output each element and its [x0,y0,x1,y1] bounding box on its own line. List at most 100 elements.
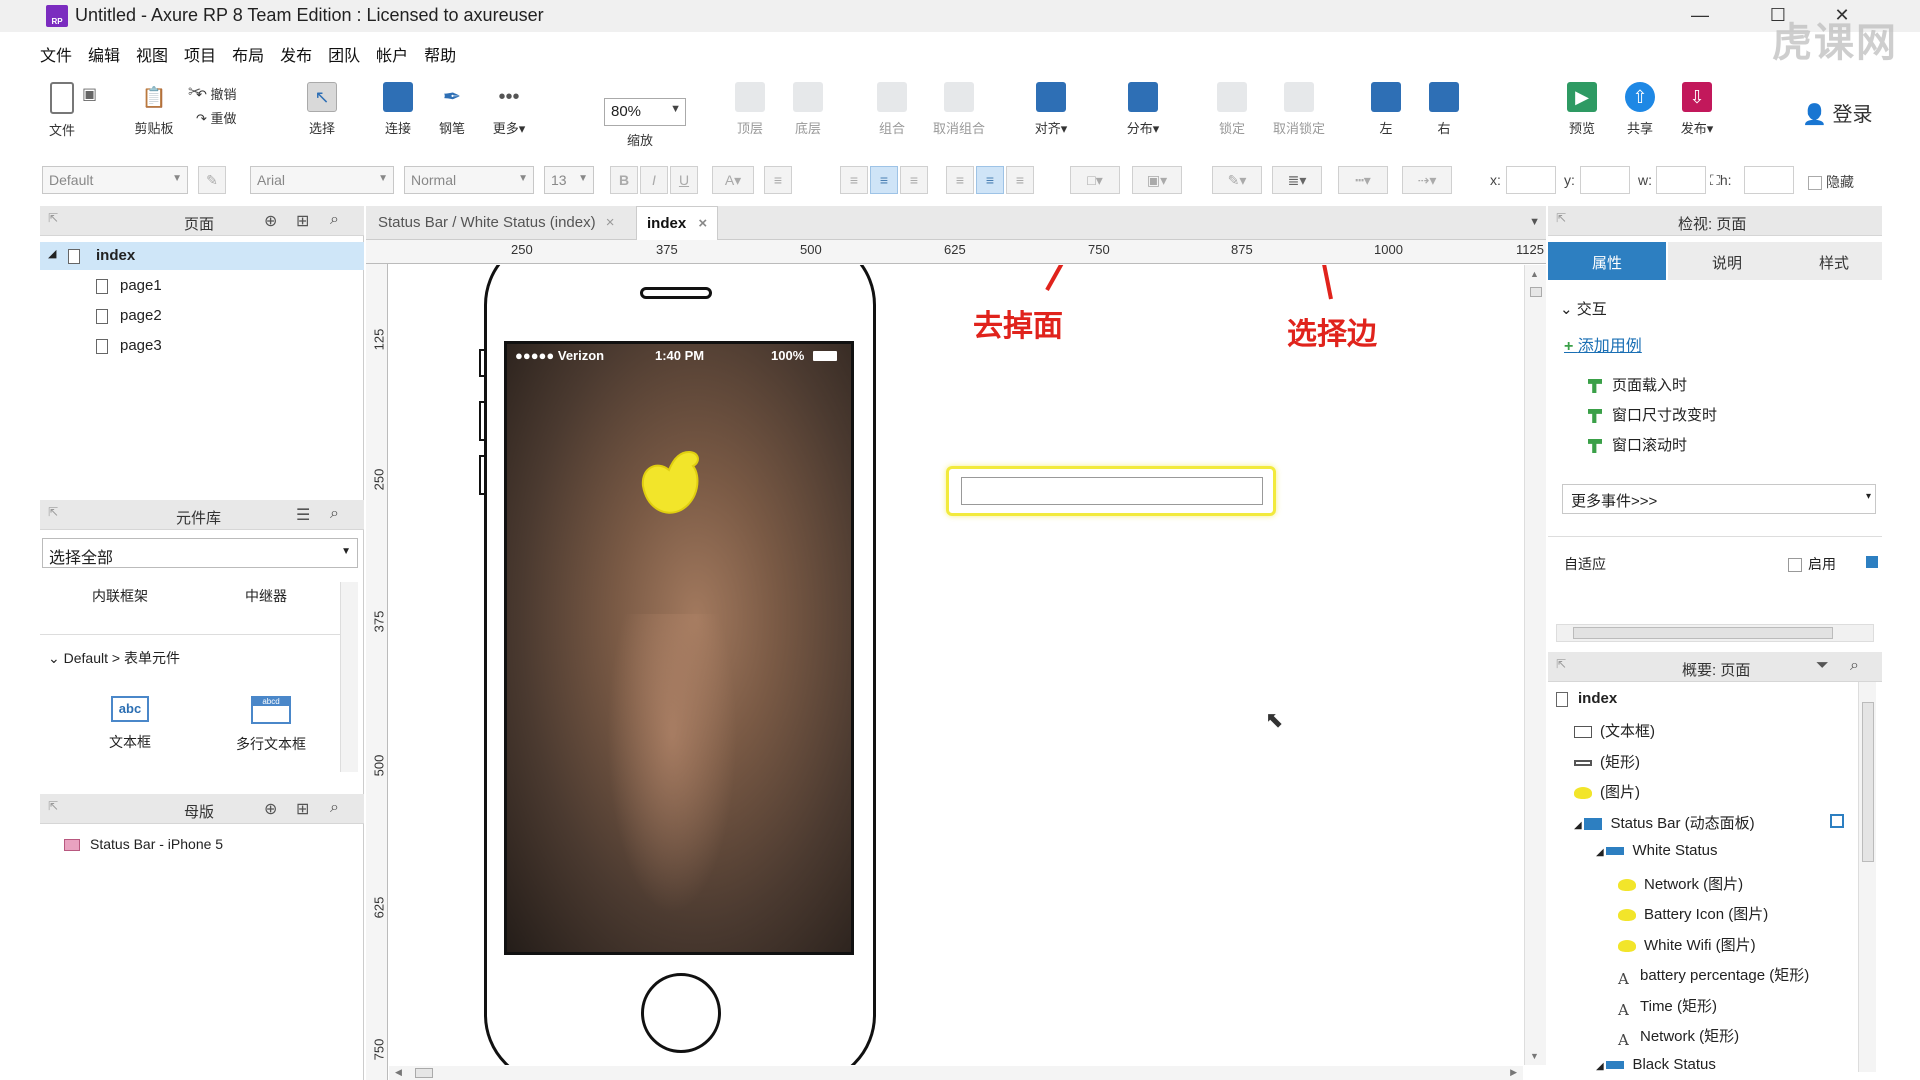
publish-button[interactable]: ⇩ 发布▾ [1672,78,1722,137]
more-tools-button[interactable]: ••• 更多▾ [484,78,534,137]
page-item-page1[interactable]: page1 [40,272,364,300]
library-item-textarea[interactable]: abcd 多行文本框 [216,696,326,754]
ungroup-button[interactable]: 取消组合 [924,78,994,137]
collapse-icon[interactable]: ⇱ [48,799,58,813]
adaptive-settings-icon[interactable] [1866,556,1878,568]
right-panel-toggle[interactable]: 右 [1424,78,1464,137]
y-input[interactable] [1580,166,1630,194]
expand-triangle-icon[interactable]: ◢ [1596,847,1606,858]
unlock-button[interactable]: 取消锁定 [1264,78,1334,137]
font-select[interactable]: Arial ▼ [250,166,394,194]
collapse-icon[interactable]: ⇱ [1556,657,1566,671]
outline-item[interactable]: A Network (矩形) [1618,1025,1739,1049]
bullet-list-button[interactable]: ≡ [764,166,792,194]
scroll-right-icon[interactable]: ▶ [1510,1067,1517,1078]
library-select[interactable]: 选择全部 ▼ [42,538,358,568]
group-button[interactable]: 组合 [872,78,912,137]
menu-view[interactable]: 视图 [128,38,176,68]
add-case-link[interactable]: + 添加用例 [1564,332,1642,356]
outline-item[interactable]: White Wifi (图片) [1618,934,1756,955]
zoom-select[interactable]: 80% ▼ [604,98,686,126]
line-width-button[interactable]: ≣▾ [1272,166,1322,194]
preview-button[interactable]: ▶ 预览 [1562,78,1602,137]
search-icon[interactable]: ⌕ [330,799,339,817]
menu-arrange[interactable]: 布局 [224,38,272,68]
tab-status-bar[interactable]: Status Bar / White Status (index) × [368,206,625,240]
outline-item[interactable]: ◢ Black Status [1596,1056,1716,1073]
scroll-up-icon[interactable]: ▲ [1530,269,1539,279]
close-window-button[interactable]: ✕ [1822,2,1862,28]
canvas-vertical-scrollbar[interactable]: ▲ ▼ [1524,265,1546,1065]
style-select[interactable]: Default ▼ [42,166,188,194]
canvas-horizontal-scrollbar[interactable]: ◀ ▶ [389,1066,1523,1080]
bold-button[interactable]: B [610,166,638,194]
scroll-thumb[interactable] [1573,627,1833,639]
status-bar-panel[interactable]: ●●●●● Verizon 1:40 PM 100% [507,344,851,368]
underline-button[interactable]: U [670,166,698,194]
tab-style[interactable]: 样式 [1786,242,1882,280]
distribute-button[interactable]: 分布▾ [1118,78,1168,137]
scroll-down-icon[interactable]: ▼ [1530,1051,1539,1061]
align-top-button[interactable]: ≡ [946,166,974,194]
expand-triangle-icon[interactable]: ◢ [1574,820,1584,831]
hide-toggle[interactable]: 隐藏 [1808,172,1854,192]
menu-edit[interactable]: 编辑 [80,38,128,68]
font-color-button[interactable]: A▾ [712,166,754,194]
page-item-page2[interactable]: page2 [40,302,364,330]
expand-triangle-icon[interactable]: ◢ [1596,1061,1606,1072]
add-folder-icon[interactable]: ⊞ [296,799,309,819]
tab-index[interactable]: index × [636,206,719,240]
outline-item[interactable]: ◢ White Status [1596,842,1718,859]
menu-help[interactable]: 帮助 [416,38,464,68]
pen-tool-button[interactable]: ✒ 钢笔 [432,78,472,137]
line-color-button[interactable]: ✎▾ [1212,166,1262,194]
align-middle-button[interactable]: ≡ [976,166,1004,194]
align-center-button[interactable]: ≡ [870,166,898,194]
share-button[interactable]: ⇧ 共享 [1620,78,1660,137]
menu-file[interactable]: 文件 [32,38,80,68]
file-button[interactable]: 文件 [40,78,84,139]
send-to-back-button[interactable]: 底层 [788,78,828,137]
line-style-button[interactable]: ┅▾ [1338,166,1388,194]
tabs-dropdown-icon[interactable]: ▼ [1529,216,1540,228]
master-item-status-bar[interactable]: Status Bar - iPhone 5 [64,836,223,852]
enable-checkbox[interactable] [1788,558,1802,573]
w-input[interactable] [1656,166,1706,194]
search-icon[interactable]: ⌕ [1850,657,1859,675]
login-button[interactable]: 👤 登录 [1802,98,1872,127]
close-icon[interactable]: × [606,214,615,231]
scroll-left-icon[interactable]: ◀ [395,1067,402,1078]
event-page-load[interactable]: 页面载入时 [1588,374,1687,395]
design-canvas[interactable]: ●●●●● Verizon 1:40 PM 100% 去掉面 选择边 ⬉ [389,265,1523,1065]
menu-team[interactable]: 团队 [320,38,368,68]
library-item-textbox[interactable]: abc 文本框 [80,696,180,752]
connect-tool-button[interactable]: 连接 [378,78,418,137]
undo-button[interactable]: ↶ 撤销 [196,84,237,103]
arrow-style-button[interactable]: ⇢▾ [1402,166,1452,194]
h-input[interactable] [1744,166,1794,194]
align-bottom-button[interactable]: ≡ [1006,166,1034,194]
add-page-icon[interactable]: ⊕ [264,211,277,231]
x-input[interactable] [1506,166,1556,194]
add-master-icon[interactable]: ⊕ [264,799,277,819]
textbox-field[interactable] [961,477,1263,505]
inspector-horizontal-scrollbar[interactable] [1556,624,1874,642]
lock-ratio-icon[interactable]: ⛶ [1710,172,1720,188]
select-tool-button[interactable]: ↖ 选择 [292,78,352,137]
yellow-arm-icon[interactable] [635,446,715,522]
collapse-icon[interactable]: ⇱ [48,505,58,519]
font-weight-select[interactable]: Normal ▼ [404,166,534,194]
outline-scrollbar[interactable] [1858,682,1876,1072]
phone-speaker-rectangle[interactable] [640,287,712,299]
phone-screen-image[interactable]: ●●●●● Verizon 1:40 PM 100% [504,341,854,955]
library-item-inline-frame[interactable]: 内联框架 [70,586,170,606]
lock-button[interactable]: 锁定 [1212,78,1252,137]
hide-checkbox[interactable] [1808,176,1822,191]
outline-item[interactable]: Network (图片) [1618,873,1743,894]
filter-icon[interactable]: ⏷ [1816,657,1829,675]
font-size-select[interactable]: 13 ▼ [544,166,594,194]
interactions-section[interactable]: ⌄ 交互 [1560,298,1607,319]
save-icon[interactable]: ▣ [82,84,97,104]
outline-item[interactable]: (图片) [1574,781,1640,802]
maximize-button[interactable]: ☐ [1758,2,1798,28]
